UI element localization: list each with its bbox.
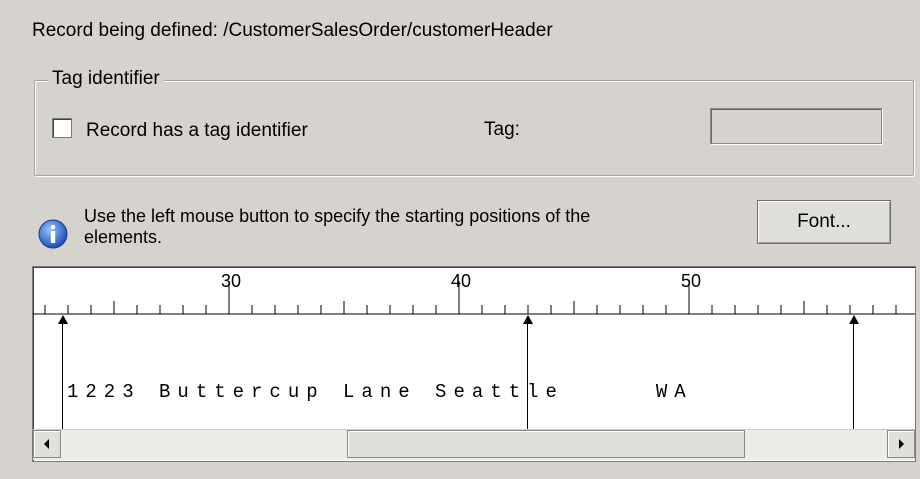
ruler-label-40: 40: [451, 271, 471, 291]
scroll-right-button[interactable]: [887, 430, 915, 458]
position-marker-arrow-3[interactable]: [849, 315, 859, 324]
font-button[interactable]: Font...: [757, 200, 891, 244]
scroll-left-button[interactable]: [33, 430, 61, 458]
instruction-line-2: elements.: [84, 227, 163, 247]
position-marker-arrow-1[interactable]: [58, 315, 68, 324]
instruction-line-1: Use the left mouse button to specify the…: [84, 206, 591, 226]
tag-field-label: Tag:: [484, 119, 520, 140]
position-marker-3[interactable]: [853, 319, 854, 431]
info-icon: [38, 219, 68, 249]
ruler-label-30: 30: [221, 271, 241, 291]
scroll-left-arrow-icon: [44, 439, 49, 449]
position-marker-1[interactable]: [62, 319, 63, 431]
scroll-right-arrow-icon: [899, 439, 904, 449]
position-marker-2[interactable]: [527, 319, 528, 431]
position-marker-arrow-2[interactable]: [523, 315, 533, 324]
tag-input[interactable]: [710, 108, 882, 144]
record-layout-editor[interactable]: 30 40 50 1223 Buttercup Lane Seattle WA: [32, 266, 916, 462]
scroll-thumb[interactable]: [347, 430, 745, 458]
instruction-text: Use the left mouse button to specify the…: [84, 206, 724, 248]
horizontal-scrollbar[interactable]: [33, 429, 915, 460]
tag-identifier-legend: Tag identifier: [48, 68, 164, 90]
tag-identifier-checkbox[interactable]: [52, 118, 72, 138]
ruler-label-50: 50: [681, 271, 701, 291]
record-being-defined-label: Record being defined: /CustomerSalesOrde…: [32, 20, 553, 41]
column-ruler: 30 40 50: [33, 271, 915, 315]
tag-identifier-checkbox-label[interactable]: Record has a tag identifier: [86, 120, 308, 142]
record-data-text[interactable]: 1223 Buttercup Lane Seattle WA: [67, 381, 693, 403]
